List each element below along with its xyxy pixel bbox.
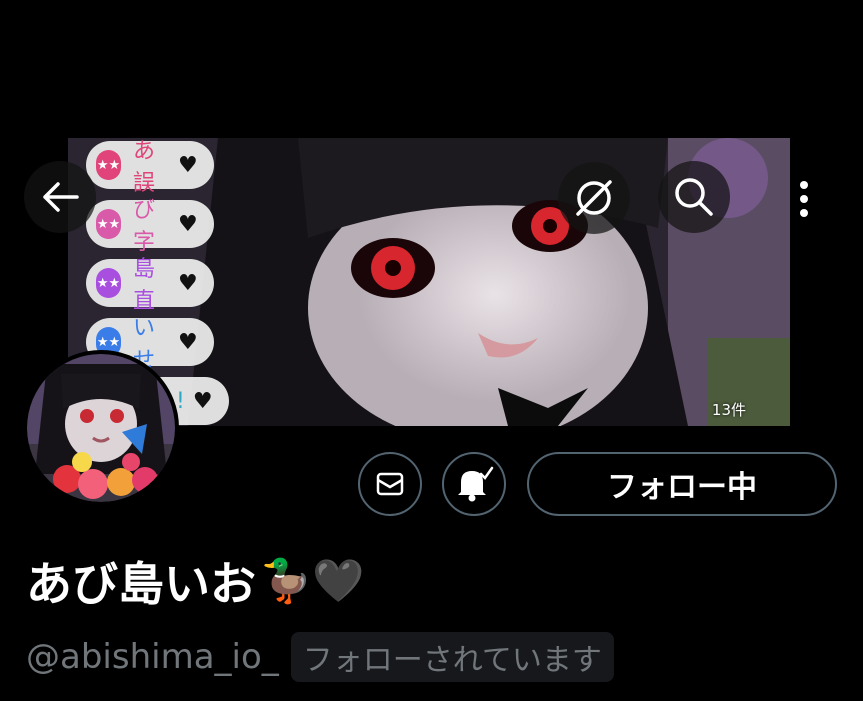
display-name-row: あび島いお 🦆🖤 <box>26 548 365 614</box>
profile-page: 13件 ★★ あ 誤 ♥ ★★ び 字 ♥ ★★ 島 直 ♥ ★★ い せ ♥ … <box>0 0 863 701</box>
banner-pill: ★★ 島 直 ♥ <box>86 257 214 314</box>
pill-text: あ 誤 <box>132 139 161 196</box>
name-emojis: 🦆🖤 <box>260 556 365 605</box>
heart-icon: ♥ <box>178 270 198 296</box>
envelope-icon <box>376 472 404 496</box>
pill-text: ! <box>176 388 191 414</box>
more-button[interactable] <box>784 163 824 235</box>
star-icon: ★★ <box>96 150 121 180</box>
star-icon: ★★ <box>96 209 121 239</box>
notification-button[interactable] <box>442 452 506 516</box>
translate-button[interactable] <box>558 162 630 234</box>
star-icon: ★★ <box>96 268 121 298</box>
search-button[interactable] <box>658 161 730 233</box>
heart-icon: ♥ <box>178 329 198 355</box>
display-name: あび島いお <box>26 557 256 611</box>
handle-row: @abishima_io_ フォローされています <box>26 632 614 682</box>
search-icon <box>675 178 713 216</box>
back-button[interactable] <box>24 161 96 233</box>
avatar-illustration <box>27 354 175 502</box>
translate-icon <box>576 180 612 216</box>
banner-pill: ★★ あ 誤 ♥ <box>86 139 214 196</box>
pill-text: び 字 <box>132 198 161 255</box>
message-button[interactable] <box>358 452 422 516</box>
arrow-left-icon <box>43 182 79 212</box>
heart-icon: ♥ <box>192 388 213 414</box>
avatar[interactable] <box>23 350 179 506</box>
more-vertical-icon <box>800 181 808 217</box>
heart-icon: ♥ <box>178 211 198 237</box>
media-count: 13件 <box>711 401 746 419</box>
following-button[interactable]: フォロー中 <box>527 452 837 516</box>
user-handle: @abishima_io_ <box>26 637 279 677</box>
bell-check-icon <box>458 466 494 502</box>
heart-icon: ♥ <box>178 152 198 178</box>
follows-you-badge: フォローされています <box>290 632 614 682</box>
pill-text: 島 直 <box>132 257 161 314</box>
banner-pill: ★★ び 字 ♥ <box>86 198 214 255</box>
